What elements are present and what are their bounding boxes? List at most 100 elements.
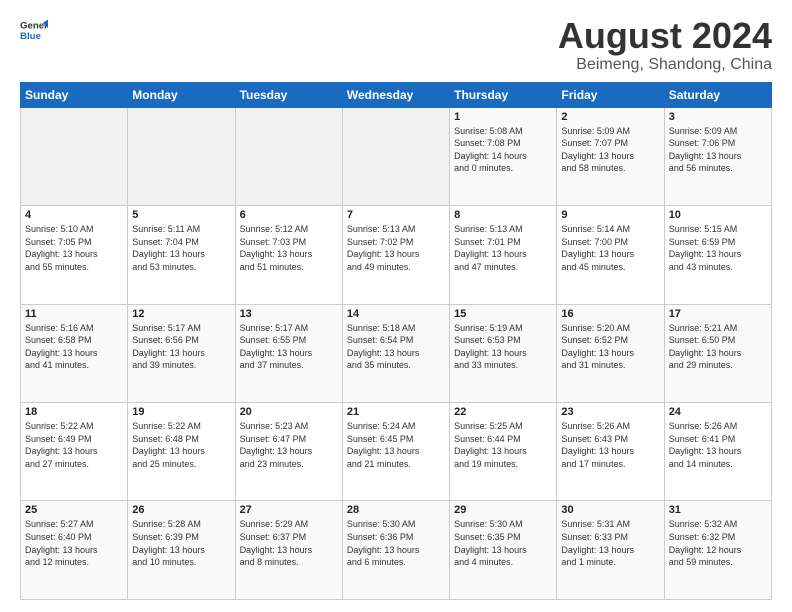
table-row: 2 Sunrise: 5:09 AM Sunset: 7:07 PM Daylig… xyxy=(557,107,664,205)
day-info: Sunrise: 5:10 AM Sunset: 7:05 PM Dayligh… xyxy=(25,223,123,273)
header-tuesday: Tuesday xyxy=(235,82,342,107)
table-row: 4 Sunrise: 5:10 AM Sunset: 7:05 PM Daylig… xyxy=(21,206,128,304)
day-number: 22 xyxy=(454,406,552,418)
day-number: 23 xyxy=(561,406,659,418)
day-number: 20 xyxy=(240,406,338,418)
day-number: 27 xyxy=(240,504,338,516)
day-info: Sunrise: 5:14 AM Sunset: 7:00 PM Dayligh… xyxy=(561,223,659,273)
day-info: Sunrise: 5:16 AM Sunset: 6:58 PM Dayligh… xyxy=(25,322,123,372)
calendar-week-row: 25Sunrise: 5:27 AM Sunset: 6:40 PM Dayli… xyxy=(21,501,772,600)
day-info: Sunrise: 5:15 AM Sunset: 6:59 PM Dayligh… xyxy=(669,223,767,273)
main-title: August 2024 xyxy=(558,16,772,56)
day-info: Sunrise: 5:20 AM Sunset: 6:52 PM Dayligh… xyxy=(561,322,659,372)
table-row: 15Sunrise: 5:19 AM Sunset: 6:53 PM Dayli… xyxy=(450,304,557,402)
header-saturday: Saturday xyxy=(664,82,771,107)
day-number: 4 xyxy=(25,209,123,221)
day-number: 6 xyxy=(240,209,338,221)
day-number: 31 xyxy=(669,504,767,516)
day-number: 19 xyxy=(132,406,230,418)
day-number: 24 xyxy=(669,406,767,418)
svg-text:General: General xyxy=(20,20,48,31)
day-info: Sunrise: 5:13 AM Sunset: 7:02 PM Dayligh… xyxy=(347,223,445,273)
table-row: 21 Sunrise: 5:24 AM Sunset: 6:45 PM Dayli… xyxy=(342,403,449,501)
title-section: August 2024 Beimeng, Shandong, China xyxy=(558,16,772,74)
weekday-header-row: Sunday Monday Tuesday Wednesday Thursday… xyxy=(21,82,772,107)
day-info: Sunrise: 5:17 AM Sunset: 6:56 PM Dayligh… xyxy=(132,322,230,372)
day-info: Sunrise: 5:29 AM Sunset: 6:37 PM Dayligh… xyxy=(240,518,338,568)
day-number: 11 xyxy=(25,308,123,320)
header-wednesday: Wednesday xyxy=(342,82,449,107)
table-row xyxy=(235,107,342,205)
day-number: 16 xyxy=(561,308,659,320)
day-info: Sunrise: 5:21 AM Sunset: 6:50 PM Dayligh… xyxy=(669,322,767,372)
table-row: 6 Sunrise: 5:12 AM Sunset: 7:03 PM Daylig… xyxy=(235,206,342,304)
day-info: Sunrise: 5:25 AM Sunset: 6:44 PM Dayligh… xyxy=(454,420,552,470)
table-row xyxy=(21,107,128,205)
day-info: Sunrise: 5:11 AM Sunset: 7:04 PM Dayligh… xyxy=(132,223,230,273)
table-row: 13Sunrise: 5:17 AM Sunset: 6:55 PM Dayli… xyxy=(235,304,342,402)
header: General Blue August 2024 Beimeng, Shando… xyxy=(20,16,772,74)
header-thursday: Thursday xyxy=(450,82,557,107)
day-info: Sunrise: 5:26 AM Sunset: 6:41 PM Dayligh… xyxy=(669,420,767,470)
subtitle: Beimeng, Shandong, China xyxy=(558,56,772,74)
table-row: 1Sunrise: 5:08 AM Sunset: 7:08 PM Daylig… xyxy=(450,107,557,205)
day-info: Sunrise: 5:13 AM Sunset: 7:01 PM Dayligh… xyxy=(454,223,552,273)
day-number: 2 xyxy=(561,111,659,123)
day-info: Sunrise: 5:24 AM Sunset: 6:45 PM Dayligh… xyxy=(347,420,445,470)
calendar-week-row: 4 Sunrise: 5:10 AM Sunset: 7:05 PM Daylig… xyxy=(21,206,772,304)
table-row: 5 Sunrise: 5:11 AM Sunset: 7:04 PM Daylig… xyxy=(128,206,235,304)
table-row: 26Sunrise: 5:28 AM Sunset: 6:39 PM Dayli… xyxy=(128,501,235,600)
calendar-week-row: 11 Sunrise: 5:16 AM Sunset: 6:58 PM Dayli… xyxy=(21,304,772,402)
day-number: 25 xyxy=(25,504,123,516)
day-number: 18 xyxy=(25,406,123,418)
table-row: 16 Sunrise: 5:20 AM Sunset: 6:52 PM Dayli… xyxy=(557,304,664,402)
table-row: 11 Sunrise: 5:16 AM Sunset: 6:58 PM Dayli… xyxy=(21,304,128,402)
table-row: 19 Sunrise: 5:22 AM Sunset: 6:48 PM Dayli… xyxy=(128,403,235,501)
logo: General Blue xyxy=(20,16,48,44)
table-row: 14Sunrise: 5:18 AM Sunset: 6:54 PM Dayli… xyxy=(342,304,449,402)
table-row: 31 Sunrise: 5:32 AM Sunset: 6:32 PM Dayli… xyxy=(664,501,771,600)
day-number: 12 xyxy=(132,308,230,320)
day-number: 3 xyxy=(669,111,767,123)
day-number: 9 xyxy=(561,209,659,221)
table-row: 18Sunrise: 5:22 AM Sunset: 6:49 PM Dayli… xyxy=(21,403,128,501)
table-row: 3Sunrise: 5:09 AM Sunset: 7:06 PM Daylig… xyxy=(664,107,771,205)
calendar-table: Sunday Monday Tuesday Wednesday Thursday… xyxy=(20,82,772,600)
svg-text:Blue: Blue xyxy=(20,31,41,42)
table-row xyxy=(342,107,449,205)
day-number: 8 xyxy=(454,209,552,221)
table-row: 17 Sunrise: 5:21 AM Sunset: 6:50 PM Dayli… xyxy=(664,304,771,402)
day-number: 17 xyxy=(669,308,767,320)
table-row: 23 Sunrise: 5:26 AM Sunset: 6:43 PM Dayli… xyxy=(557,403,664,501)
header-friday: Friday xyxy=(557,82,664,107)
day-number: 13 xyxy=(240,308,338,320)
day-number: 21 xyxy=(347,406,445,418)
day-info: Sunrise: 5:32 AM Sunset: 6:32 PM Dayligh… xyxy=(669,518,767,568)
table-row: 20Sunrise: 5:23 AM Sunset: 6:47 PM Dayli… xyxy=(235,403,342,501)
day-info: Sunrise: 5:30 AM Sunset: 6:35 PM Dayligh… xyxy=(454,518,552,568)
header-sunday: Sunday xyxy=(21,82,128,107)
page: General Blue August 2024 Beimeng, Shando… xyxy=(0,0,792,612)
table-row xyxy=(128,107,235,205)
header-monday: Monday xyxy=(128,82,235,107)
day-info: Sunrise: 5:26 AM Sunset: 6:43 PM Dayligh… xyxy=(561,420,659,470)
table-row: 10 Sunrise: 5:15 AM Sunset: 6:59 PM Dayli… xyxy=(664,206,771,304)
day-info: Sunrise: 5:28 AM Sunset: 6:39 PM Dayligh… xyxy=(132,518,230,568)
day-info: Sunrise: 5:09 AM Sunset: 7:07 PM Dayligh… xyxy=(561,125,659,175)
day-number: 10 xyxy=(669,209,767,221)
calendar-week-row: 18Sunrise: 5:22 AM Sunset: 6:49 PM Dayli… xyxy=(21,403,772,501)
day-info: Sunrise: 5:22 AM Sunset: 6:48 PM Dayligh… xyxy=(132,420,230,470)
table-row: 12 Sunrise: 5:17 AM Sunset: 6:56 PM Dayli… xyxy=(128,304,235,402)
table-row: 29 Sunrise: 5:30 AM Sunset: 6:35 PM Dayli… xyxy=(450,501,557,600)
day-info: Sunrise: 5:12 AM Sunset: 7:03 PM Dayligh… xyxy=(240,223,338,273)
day-number: 1 xyxy=(454,111,552,123)
calendar-week-row: 1Sunrise: 5:08 AM Sunset: 7:08 PM Daylig… xyxy=(21,107,772,205)
day-info: Sunrise: 5:18 AM Sunset: 6:54 PM Dayligh… xyxy=(347,322,445,372)
day-number: 5 xyxy=(132,209,230,221)
table-row: 27 Sunrise: 5:29 AM Sunset: 6:37 PM Dayli… xyxy=(235,501,342,600)
table-row: 28Sunrise: 5:30 AM Sunset: 6:36 PM Dayli… xyxy=(342,501,449,600)
table-row: 22 Sunrise: 5:25 AM Sunset: 6:44 PM Dayli… xyxy=(450,403,557,501)
day-info: Sunrise: 5:30 AM Sunset: 6:36 PM Dayligh… xyxy=(347,518,445,568)
day-number: 29 xyxy=(454,504,552,516)
day-number: 30 xyxy=(561,504,659,516)
